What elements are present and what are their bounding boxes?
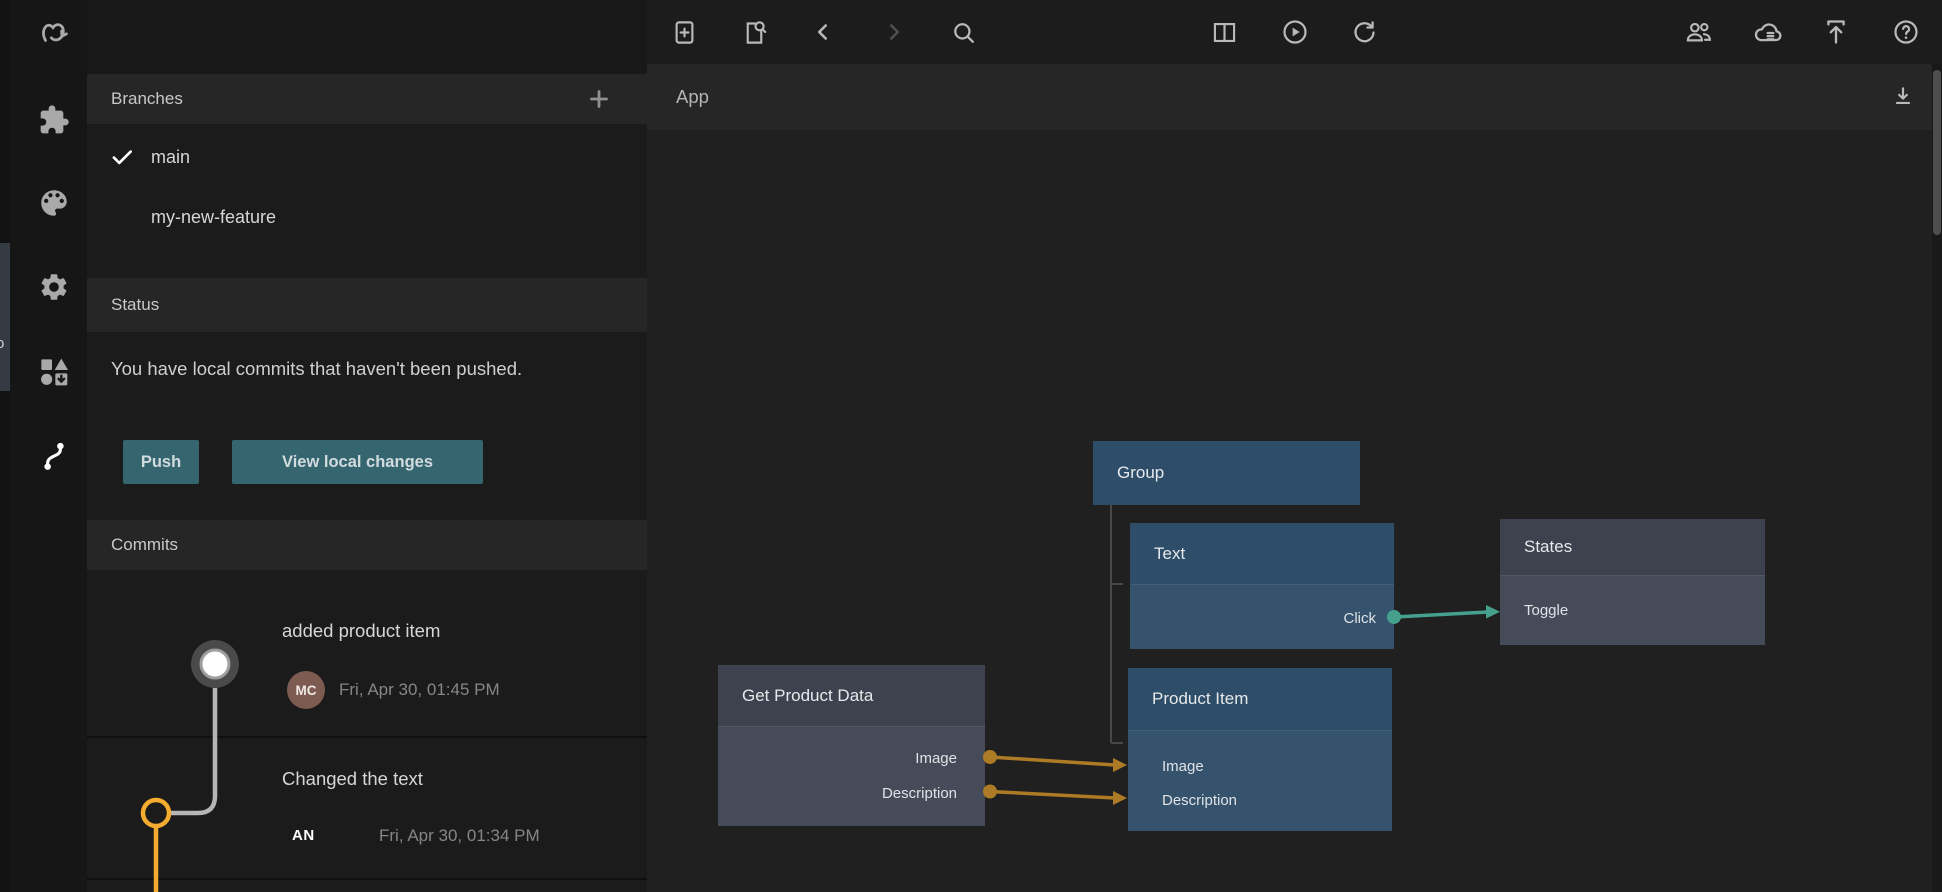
divider: [87, 736, 647, 738]
search-icon: [950, 19, 977, 46]
refresh-icon: [1351, 19, 1378, 46]
screen-edge-strip: t o: [0, 0, 10, 892]
output-port-description[interactable]: Description: [882, 786, 957, 801]
styles-icon: [37, 186, 71, 220]
push-button[interactable]: Push: [123, 440, 199, 484]
upload-icon: [1822, 18, 1850, 46]
branch-item-main[interactable]: main: [87, 134, 647, 180]
sidebar-item-settings[interactable]: [34, 267, 74, 307]
input-port-image[interactable]: Image: [1162, 759, 1204, 774]
branch-name: main: [151, 147, 190, 168]
play-circle-icon: [1281, 18, 1309, 46]
search-button[interactable]: [948, 17, 978, 47]
view-local-changes-button[interactable]: View local changes: [232, 440, 483, 484]
components-icon: [38, 356, 70, 388]
commit-node-head[interactable]: [191, 640, 239, 688]
forward-button[interactable]: [879, 17, 909, 47]
component-header-bar: App: [647, 64, 1932, 130]
sidebar-item-version-control[interactable]: [34, 436, 74, 476]
chevron-left-icon: [810, 19, 836, 45]
help-button[interactable]: [1891, 17, 1921, 47]
branches-title: Branches: [111, 89, 183, 109]
breadcrumb[interactable]: App: [676, 86, 709, 108]
node-group[interactable]: Group: [1093, 441, 1360, 505]
branches-section-header: Branches: [87, 74, 647, 124]
chevron-right-icon: [881, 19, 907, 45]
connection-dot-description[interactable]: [983, 785, 997, 799]
panel-top-strip: [87, 0, 647, 74]
commits-section-header: Commits: [87, 520, 647, 570]
avatar-initials: AN: [292, 827, 315, 844]
node-title: Product Item: [1152, 689, 1248, 709]
version-control-panel: Branches main my-new-feature Status You …: [87, 0, 647, 892]
node-states[interactable]: States Toggle: [1500, 519, 1765, 645]
download-icon: [1890, 84, 1916, 110]
import-search-icon: [741, 19, 768, 46]
commit-node-branch[interactable]: [143, 800, 169, 826]
back-button[interactable]: [808, 17, 838, 47]
split-columns-icon: [1211, 19, 1238, 46]
commits-title: Commits: [111, 535, 178, 555]
output-port-image[interactable]: Image: [915, 751, 957, 766]
output-port-click[interactable]: Click: [1344, 611, 1377, 626]
download-button[interactable]: [1888, 82, 1918, 112]
commit-graph: [87, 570, 647, 892]
scrollbar-thumb[interactable]: [1933, 70, 1941, 235]
node-product-item[interactable]: Product Item Image Description: [1128, 668, 1392, 831]
avatar: MC: [287, 671, 325, 709]
split-editor-button[interactable]: [1209, 17, 1239, 47]
refresh-button[interactable]: [1349, 17, 1379, 47]
status-title: Status: [111, 295, 159, 315]
clipped-text-fragment: o: [0, 335, 4, 352]
add-branch-button[interactable]: [587, 87, 611, 111]
noodl-logo-icon: [37, 16, 71, 50]
node-title: Text: [1154, 544, 1185, 564]
activity-bar: [10, 0, 87, 892]
cloud-icon: [1752, 17, 1782, 47]
node-title: Get Product Data: [742, 686, 873, 706]
commit-message: added product item: [282, 620, 440, 642]
commit-timestamp: Fri, Apr 30, 01:34 PM: [379, 826, 540, 846]
commit-timestamp: Fri, Apr 30, 01:45 PM: [339, 680, 500, 700]
sidebar-item-styles[interactable]: [34, 183, 74, 223]
node-text[interactable]: Text Click: [1130, 523, 1394, 649]
canvas-scrollbar[interactable]: [1932, 64, 1942, 892]
sidebar-item-plugins[interactable]: [34, 100, 74, 140]
cloud-services-button[interactable]: [1752, 17, 1782, 47]
help-icon: [1892, 18, 1920, 46]
plugins-icon: [38, 104, 70, 136]
clipped-panel-sliver: t o: [0, 243, 10, 391]
divider: [87, 878, 647, 880]
branch-name: my-new-feature: [151, 207, 276, 228]
status-section-header: Status: [87, 278, 647, 332]
node-title: States: [1524, 537, 1572, 557]
connection-dot-image[interactable]: [983, 750, 997, 764]
deploy-button[interactable]: [1821, 17, 1851, 47]
status-message: You have local commits that haven't been…: [111, 352, 589, 385]
version-control-icon: [37, 439, 71, 473]
commit-message: Changed the text: [282, 768, 423, 790]
canvas-toolbar: [647, 0, 1942, 64]
collaborators-button[interactable]: [1683, 17, 1713, 47]
sidebar-item-components[interactable]: [34, 352, 74, 392]
node-get-product-data[interactable]: Get Product Data Image Description: [718, 665, 985, 826]
add-node-icon: [671, 19, 698, 46]
plus-icon: [587, 87, 611, 111]
preview-play-button[interactable]: [1280, 17, 1310, 47]
node-canvas[interactable]: App Group Text Click States Toggle: [647, 0, 1942, 892]
add-node-button[interactable]: [669, 17, 699, 47]
branch-item-my-new-feature[interactable]: my-new-feature: [87, 194, 647, 240]
settings-icon: [38, 271, 70, 303]
input-port-toggle[interactable]: Toggle: [1524, 603, 1568, 618]
node-title: Group: [1117, 463, 1164, 483]
input-port-description[interactable]: Description: [1162, 793, 1237, 808]
users-icon: [1684, 18, 1713, 47]
import-button[interactable]: [739, 17, 769, 47]
sidebar-item-home[interactable]: [34, 13, 74, 53]
check-icon: [109, 144, 135, 170]
